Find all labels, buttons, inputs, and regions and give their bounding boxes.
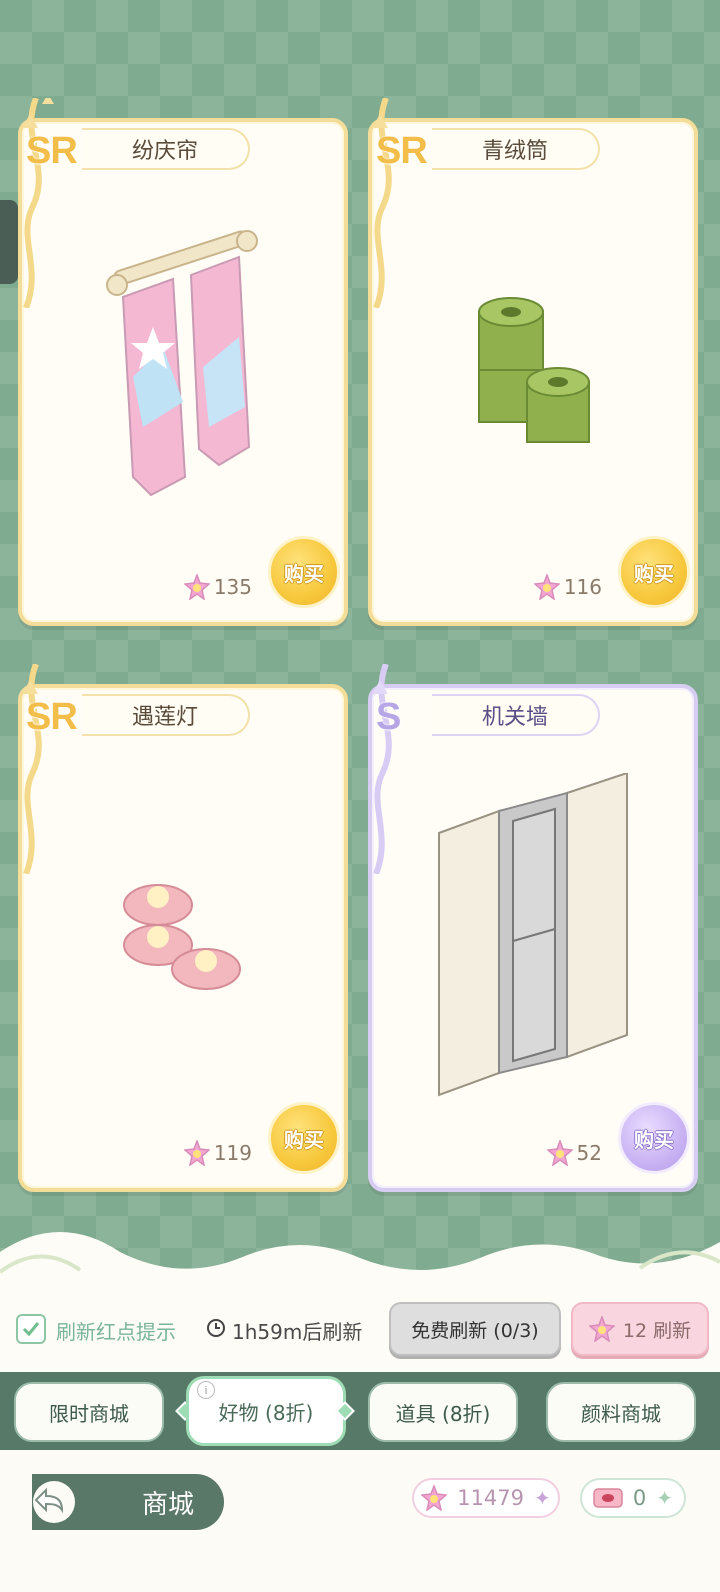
item-name: 纷庆帘 (82, 128, 250, 170)
buy-button[interactable]: 购买 (268, 536, 340, 608)
shop-tab-bar: 限时商城 i 好物 (8折) 道具 (8折) 颜料商城 (0, 1372, 720, 1450)
price-value: 52 (576, 1141, 602, 1165)
lotus-lamp-item-image (123, 884, 241, 990)
tab-paint-shop[interactable]: 颜料商城 (546, 1382, 696, 1442)
star-currency-icon (183, 574, 210, 600)
shop-item-card[interactable]: SR 青绒筒 116 购买 (368, 98, 698, 626)
rarity-badge: SR (376, 130, 428, 172)
item-price: 52 (546, 1140, 602, 1166)
shop-item-card[interactable]: S 机关墙 52 购买 (368, 664, 698, 1192)
ticket-icon (593, 1488, 623, 1508)
rarity-badge: SR (26, 130, 78, 172)
tab-limited-shop[interactable]: 限时商城 (14, 1382, 164, 1442)
paid-refresh-button[interactable]: 12 刷新 (571, 1302, 709, 1356)
item-name: 机关墙 (432, 694, 600, 736)
rarity-badge: SR (26, 696, 78, 738)
clock-icon (207, 1319, 225, 1337)
star-currency-icon (546, 1140, 573, 1166)
item-name: 青绒筒 (432, 128, 600, 170)
star-currency-icon (588, 1316, 615, 1342)
ticket-currency-value: 0 (632, 1486, 647, 1510)
footer-bar: 商城 11479 ✦ 0 ✦ (0, 1450, 720, 1592)
price-value: 119 (213, 1141, 252, 1165)
star-currency-value: 11479 (457, 1486, 525, 1510)
free-refresh-button[interactable]: 免费刷新 (0/3) (389, 1302, 561, 1356)
rarity-badge: S (376, 696, 401, 738)
refresh-bar: 刷新红点提示 1h59m后刷新 免费刷新 (0/3) 12 刷新 (0, 1290, 720, 1372)
plus-icon[interactable]: ✦ (534, 1486, 551, 1510)
refresh-reminder-checkbox[interactable] (16, 1314, 46, 1344)
curtain-item-image (106, 230, 258, 497)
tab-goods-label: 好物 (8折) (218, 1400, 314, 1425)
refresh-reminder-label: 刷新红点提示 (56, 1320, 176, 1344)
green-tubes-item-image (478, 297, 590, 443)
mechanism-wall-item-image (438, 773, 628, 1097)
plus-icon[interactable]: ✦ (656, 1486, 673, 1510)
price-value: 116 (563, 575, 602, 599)
shop-item-card[interactable]: SR 纷庆帘 135 购买 (18, 98, 348, 626)
shop-item-grid: SR 纷庆帘 135 购买 SR 青绒筒 116 购买 SR 遇莲灯 119 购… (18, 98, 708, 1208)
back-button[interactable]: 商城 (32, 1474, 224, 1530)
price-value: 135 (213, 575, 252, 599)
page-title: 商城 (142, 1490, 195, 1520)
refresh-timer: 1h59m后刷新 (232, 1320, 363, 1344)
buy-button[interactable]: 购买 (268, 1102, 340, 1174)
paid-refresh-label: 12 刷新 (622, 1319, 692, 1342)
item-price: 116 (533, 574, 602, 600)
star-currency-icon (533, 574, 560, 600)
scallop-divider (0, 1232, 720, 1292)
buy-button[interactable]: 购买 (618, 536, 690, 608)
checkmark-icon (22, 1322, 40, 1337)
item-price: 135 (183, 574, 252, 600)
shop-item-card[interactable]: SR 遇莲灯 119 购买 (18, 664, 348, 1192)
buy-button[interactable]: 购买 (618, 1102, 690, 1174)
item-price: 119 (183, 1140, 252, 1166)
star-currency-icon (183, 1140, 210, 1166)
star-currency-icon (421, 1485, 448, 1511)
back-arrow-icon (33, 1481, 75, 1523)
tab-goods[interactable]: i 好物 (8折) (186, 1376, 346, 1446)
tab-props[interactable]: 道具 (8折) (368, 1382, 518, 1442)
ticket-currency-balance[interactable]: 0 ✦ (580, 1478, 686, 1518)
item-name: 遇莲灯 (82, 694, 250, 736)
info-icon[interactable]: i (197, 1381, 215, 1399)
star-currency-balance[interactable]: 11479 ✦ (412, 1478, 560, 1518)
